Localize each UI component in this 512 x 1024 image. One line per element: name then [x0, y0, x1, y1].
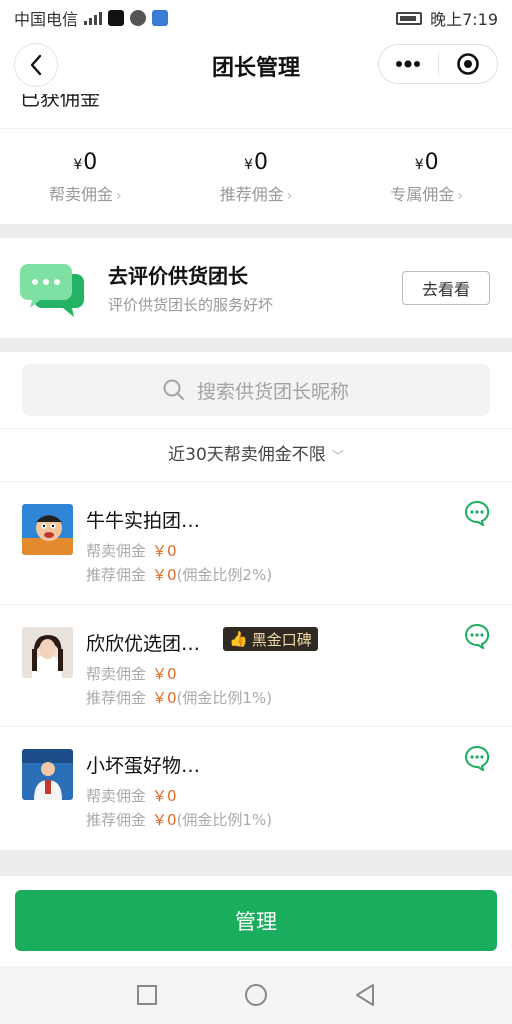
- chevron-down-icon: ﹀: [331, 449, 344, 463]
- referral-commission-line: 推荐佣金 ￥0(佣金比例1%): [86, 809, 272, 830]
- earnings-title: 已获佣金: [20, 94, 100, 110]
- stat-value: 0: [253, 150, 268, 175]
- recent-apps-icon[interactable]: [136, 984, 158, 1006]
- currency-symbol: ¥: [244, 157, 253, 173]
- sell-commission-line: 帮卖佣金 ￥0: [86, 785, 177, 806]
- filter-label: 近30天帮卖佣金不限: [168, 445, 326, 465]
- chevron-right-icon: ›: [286, 188, 293, 204]
- stat-sell-commission[interactable]: ¥0 帮卖佣金 ›: [0, 150, 171, 205]
- chat-bubbles-icon: [20, 264, 84, 317]
- tiktok-icon: [108, 10, 125, 26]
- chat-icon[interactable]: [464, 745, 490, 771]
- clock: 晚上7:19: [430, 10, 498, 29]
- currency-symbol: ¥: [73, 157, 83, 173]
- chevron-right-icon: ›: [116, 188, 122, 204]
- search-icon: [163, 379, 184, 400]
- leader-name: 小坏蛋好物…: [86, 755, 201, 777]
- bottom-bar: 管理: [0, 876, 512, 966]
- referral-amount: ￥0: [152, 566, 177, 584]
- leader-name: 牛牛实拍团…: [86, 510, 201, 532]
- leader-name: 欣欣优选团…: [86, 633, 201, 655]
- avatar: [22, 504, 73, 555]
- sell-amount: ￥0: [152, 542, 177, 560]
- referral-label: 推荐佣金: [86, 811, 147, 829]
- referral-commission-line: 推荐佣金 ￥0(佣金比例2%): [86, 564, 272, 585]
- sell-commission-line: 帮卖佣金 ￥0: [86, 540, 177, 561]
- more-button[interactable]: [379, 45, 438, 83]
- status-bar: 中国电信 晚上7:19: [0, 0, 512, 36]
- referral-ratio: (佣金比例2%): [176, 566, 273, 584]
- sell-amount: ￥0: [152, 665, 177, 683]
- sell-label: 帮卖佣金: [86, 787, 147, 805]
- system-nav-bar: [0, 966, 512, 1024]
- earnings-card: 已获佣金 ¥0 帮卖佣金 › ¥0 推荐佣金 › ¥0 专属佣金 ›: [0, 94, 512, 224]
- commission-filter[interactable]: 近30天帮卖佣金不限 ﹀: [0, 440, 512, 465]
- list-item[interactable]: 牛牛实拍团… 帮卖佣金 ￥0 推荐佣金 ￥0(佣金比例2%): [0, 482, 512, 604]
- referral-ratio: (佣金比例1%): [176, 689, 273, 707]
- manage-button[interactable]: 管理: [15, 890, 497, 951]
- list-item[interactable]: 小坏蛋好物… 帮卖佣金 ￥0 推荐佣金 ￥0(佣金比例1%): [0, 727, 512, 849]
- browser-icon: [152, 10, 169, 26]
- review-card: 去评价供货团长 评价供货团长的服务好坏 去看看: [0, 238, 512, 338]
- search-placeholder: 搜索供货团长昵称: [196, 380, 349, 403]
- review-title: 去评价供货团长: [108, 264, 248, 288]
- home-icon[interactable]: [244, 983, 268, 1007]
- chat-icon[interactable]: [464, 500, 490, 526]
- miniprogram-capsule: [378, 44, 498, 84]
- sell-commission-line: 帮卖佣金 ￥0: [86, 663, 177, 684]
- list-footer: [0, 850, 512, 876]
- sell-label: 帮卖佣金: [86, 542, 147, 560]
- thumbs-up-icon: 👍: [229, 630, 248, 648]
- referral-amount: ￥0: [152, 689, 177, 707]
- stat-label: 专属佣金: [390, 185, 455, 204]
- currency-symbol: ¥: [414, 157, 424, 173]
- battery-icon: [396, 11, 423, 25]
- earnings-stats: ¥0 帮卖佣金 › ¥0 推荐佣金 › ¥0 专属佣金 ›: [0, 150, 512, 205]
- more-dots-icon: [396, 60, 421, 68]
- app-icon: [130, 10, 147, 26]
- referral-commission-line: 推荐佣金 ￥0(佣金比例1%): [86, 687, 272, 708]
- referral-label: 推荐佣金: [86, 566, 147, 584]
- stat-value: 0: [424, 150, 439, 175]
- close-miniprogram-button[interactable]: [439, 45, 498, 83]
- chat-icon[interactable]: [464, 623, 490, 649]
- go-see-button[interactable]: 去看看: [402, 271, 490, 305]
- search-input[interactable]: 搜索供货团长昵称: [22, 364, 490, 416]
- carrier-label: 中国电信: [14, 10, 79, 29]
- nav-bar: 团长管理: [0, 36, 512, 94]
- leaders-card: 搜索供货团长昵称 近30天帮卖佣金不限 ﹀ 牛牛实拍团… 帮卖佣金 ￥0 推荐佣金 ￥…: [0, 352, 512, 850]
- review-subtitle: 评价供货团长的服务好坏: [108, 296, 274, 314]
- stat-exclusive-commission[interactable]: ¥0 专属佣金 ›: [341, 150, 512, 205]
- sell-amount: ￥0: [152, 787, 177, 805]
- target-close-icon: [456, 53, 479, 75]
- back-nav-icon[interactable]: [354, 983, 376, 1007]
- stat-label: 推荐佣金: [219, 185, 284, 204]
- referral-ratio: (佣金比例1%): [176, 811, 273, 829]
- black-gold-badge: 👍 黑金口碑: [223, 627, 318, 651]
- avatar: [22, 749, 73, 800]
- signal-icon: [84, 11, 103, 25]
- stat-label: 帮卖佣金: [49, 185, 114, 204]
- chevron-right-icon: ›: [457, 188, 463, 204]
- referral-label: 推荐佣金: [86, 689, 147, 707]
- avatar: [22, 627, 73, 678]
- list-item[interactable]: 欣欣优选团… 👍 黑金口碑 帮卖佣金 ￥0 推荐佣金 ￥0(佣金比例1%): [0, 605, 512, 727]
- referral-amount: ￥0: [152, 811, 177, 829]
- stat-referral-commission[interactable]: ¥0 推荐佣金 ›: [171, 150, 342, 205]
- stat-value: 0: [83, 150, 98, 175]
- sell-label: 帮卖佣金: [86, 665, 147, 683]
- badge-label: 黑金口碑: [251, 630, 312, 649]
